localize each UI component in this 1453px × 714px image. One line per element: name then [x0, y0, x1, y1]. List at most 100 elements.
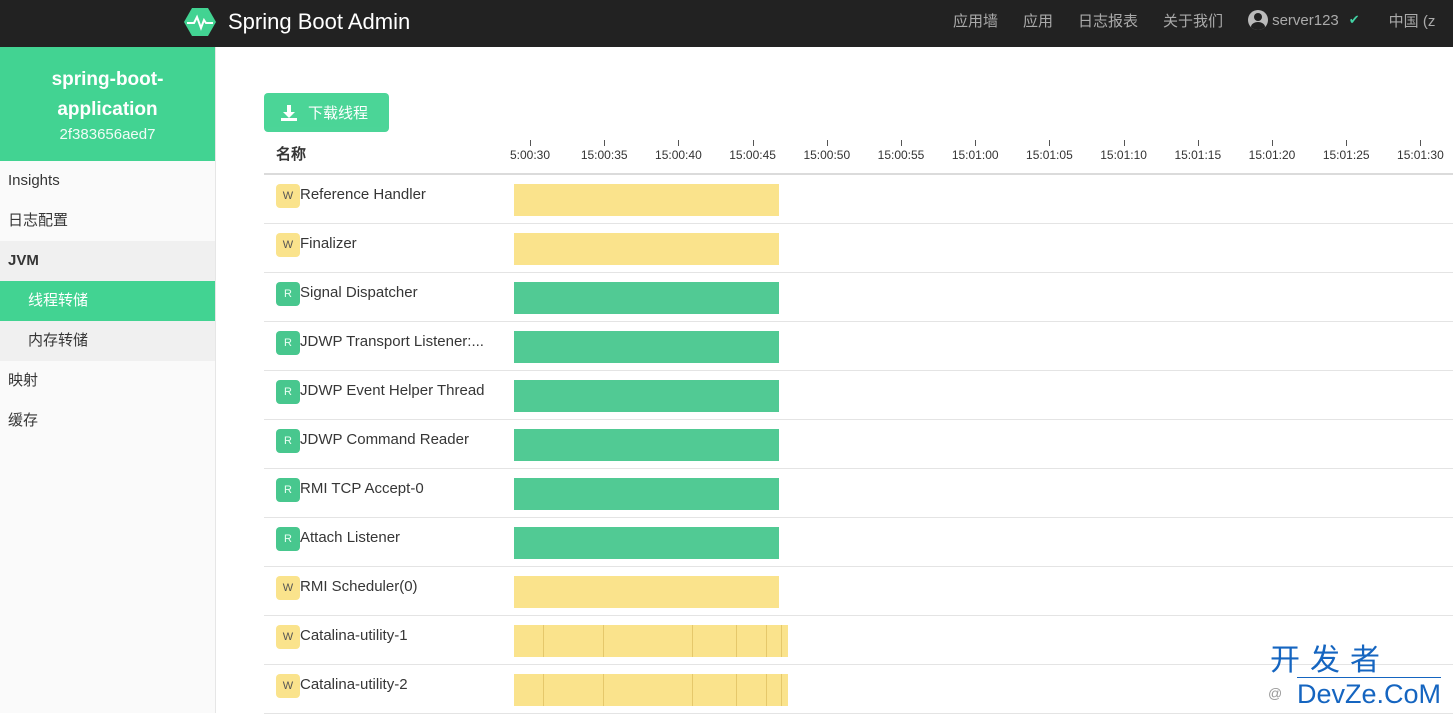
timeline-tick-label: 15:01:25 [1322, 148, 1370, 162]
thread-name: Catalina-utility-1 [300, 627, 408, 644]
timeline-tick [604, 140, 606, 146]
thread-state-badge: R [276, 331, 300, 355]
timeline-tick-label: 15:01:00 [951, 148, 999, 162]
timeline-tick-label: 15:00:50 [803, 148, 851, 162]
sidebar-item-loggers[interactable]: 日志配置 [0, 201, 215, 241]
thread-segment-divider [765, 674, 767, 706]
thread-row[interactable]: R Attach Listener [264, 518, 1453, 567]
timeline-tick [826, 140, 828, 146]
thread-timeline-bar[interactable] [513, 331, 780, 363]
nav-item-wallboard[interactable]: 应用墙 [953, 10, 998, 31]
thread-segment-divider [602, 674, 604, 706]
thread-timeline-bar[interactable] [513, 576, 780, 608]
timeline-tick-label: 15:00:35 [580, 148, 628, 162]
thread-name: JDWP Event Helper Thread [300, 382, 485, 399]
thread-row[interactable]: W RMI Scheduler(0) [264, 567, 1453, 616]
app-header: spring-boot- application 2f383656aed7 [0, 47, 215, 161]
user-menu[interactable]: server123 ✔ [1248, 10, 1360, 30]
user-name: server123 [1272, 11, 1339, 29]
thread-state-badge: R [276, 429, 300, 453]
thread-segment-divider [765, 625, 767, 657]
thread-row[interactable]: R Signal Dispatcher [264, 273, 1453, 322]
thread-state-badge: W [276, 184, 300, 208]
timeline-tick [1420, 140, 1422, 146]
nav-menu: 应用墙 应用 日志报表 关于我们 server123 ✔ 中国 (z [953, 0, 1435, 40]
thread-timeline-bar[interactable] [513, 527, 780, 559]
sidebar-item-heapdump[interactable]: 内存转储 [0, 321, 215, 361]
language-selector[interactable]: 中国 (z [1389, 10, 1436, 31]
timeline-tick [1197, 140, 1199, 146]
thread-segment-divider [736, 625, 738, 657]
nav-item-applications[interactable]: 应用 [1023, 10, 1053, 31]
thread-timeline-bar[interactable] [513, 478, 780, 510]
sidebar-item-mappings[interactable]: 映射 [0, 361, 215, 401]
timeline-tick-label: 15:01:15 [1174, 148, 1222, 162]
watermark-line2: DevZe.CoM [1297, 677, 1442, 709]
thread-segment-divider [691, 674, 693, 706]
timeline-tick [678, 140, 680, 146]
thread-row[interactable]: W Reference Handler [264, 175, 1453, 224]
thread-state-badge: R [276, 478, 300, 502]
sidebar-item-threaddump[interactable]: 线程转储 [0, 281, 215, 321]
thread-timeline-bar[interactable] [513, 625, 789, 657]
thread-segment-divider [736, 674, 738, 706]
thread-state-badge: R [276, 527, 300, 551]
watermark-at: @ [1268, 685, 1283, 701]
timeline-tick-label: 15:00:40 [655, 148, 702, 162]
thread-row[interactable]: R JDWP Event Helper Thread [264, 371, 1453, 420]
timeline-tick [1346, 140, 1348, 146]
timeline-tick [901, 140, 902, 146]
thread-row[interactable]: W Finalizer [264, 224, 1453, 273]
nav-item-journal[interactable]: 日志报表 [1078, 10, 1138, 31]
timeline-tick-label: 15:01:10 [1100, 148, 1147, 162]
thread-timeline-bar[interactable] [513, 380, 780, 412]
thread-timeline-bar[interactable] [513, 184, 780, 216]
watermark-line1: 开发者 [1270, 644, 1390, 677]
timeline-tick-label: 15:00:45 [729, 148, 776, 162]
thread-list: W Reference Handler W Finalizer R Signal Disp… [264, 175, 1453, 714]
thread-state-badge: R [276, 380, 300, 404]
timeline-tick [752, 140, 754, 146]
app-name-line2: application [57, 99, 158, 120]
download-threads-button[interactable]: 下载线程 [264, 93, 389, 132]
brand[interactable]: Spring Boot Admin [184, 6, 410, 38]
thread-name: Reference Handler [300, 186, 426, 203]
timeline-tick-label: 5:00:30 [509, 148, 551, 162]
download-icon [281, 104, 297, 121]
brand-title: Spring Boot Admin [228, 9, 411, 34]
heartbeat-hexagon-icon [184, 8, 216, 36]
thread-state-badge: W [276, 674, 300, 698]
app-name-line1: spring-boot- [51, 69, 164, 90]
thread-row[interactable]: R RMI TCP Accept-0 [264, 469, 1453, 518]
thread-name: JDWP Command Reader [300, 431, 469, 448]
thread-name: Attach Listener [300, 529, 401, 546]
timeline-tick [530, 140, 531, 146]
thread-segment-divider [780, 625, 782, 657]
thread-timeline-bar[interactable] [513, 429, 780, 461]
download-threads-label: 下载线程 [308, 105, 369, 122]
thread-segment-divider [691, 625, 693, 657]
timeline-tick [975, 140, 977, 146]
thread-timeline-bar[interactable] [513, 674, 789, 706]
timeline-tick [1049, 140, 1051, 146]
timeline-tick-label: 15:01:20 [1248, 148, 1296, 162]
timeline-tick [1123, 140, 1125, 146]
sidebar-group-jvm[interactable]: JVM [0, 241, 215, 281]
thread-timeline-bar[interactable] [513, 282, 780, 314]
watermark: @ 开发者 DevZe.CoM [1268, 644, 1442, 710]
thread-state-badge: W [276, 233, 300, 257]
nav-item-about[interactable]: 关于我们 [1163, 10, 1223, 31]
sidebar-item-insights[interactable]: Insights [0, 161, 215, 201]
thread-state-badge: W [276, 576, 300, 600]
timeline-axis: 5:00:30 15:00:35 15:00:40 15:00:45 15:00:50 1… [216, 47, 1453, 177]
sidebar-item-caches[interactable]: 缓存 [0, 401, 215, 441]
thread-row[interactable]: R JDWP Transport Listener:... [264, 322, 1453, 371]
thread-name: JDWP Transport Listener:... [300, 333, 484, 350]
thread-row[interactable]: R JDWP Command Reader [264, 420, 1453, 469]
thread-name: RMI TCP Accept-0 [300, 480, 424, 497]
main-content: 下载线程 名称 5:00:30 15:00:35 15:00:40 15:00:45 1… [216, 47, 1453, 714]
thread-segment-divider [543, 674, 545, 706]
thread-segment-divider [602, 625, 604, 657]
thread-timeline-bar[interactable] [513, 233, 780, 265]
timeline-tick-label: 15:00:55 [877, 148, 925, 162]
